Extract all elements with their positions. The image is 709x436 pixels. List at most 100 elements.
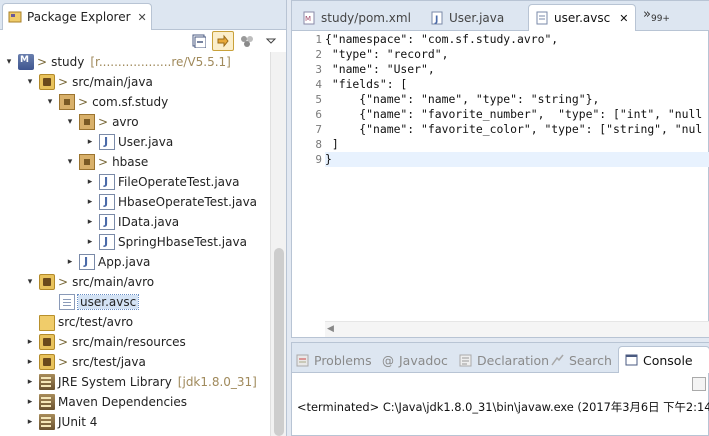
tree-item-src-main-avro[interactable]: ▾ > src/main/avro — [24, 272, 154, 292]
line-number: 6 — [315, 108, 322, 121]
package-explorer-icon — [8, 11, 22, 23]
package-explorer-tabbar: Package Explorer ✕ — [0, 0, 286, 30]
code-editor[interactable]: {"namespace": "com.sf.study.avro", "type… — [325, 31, 709, 321]
tree-item-hbaseoperatetest[interactable]: ▸ HbaseOperateTest.java — [84, 192, 257, 212]
console-tabbar: Problems @ Javadoc Declaration Search Co… — [292, 343, 709, 373]
xml-file-icon: M — [302, 11, 316, 25]
console-output: <terminated> C:\Java\jdk1.8.0_31\bin\jav… — [297, 400, 709, 414]
tree-item-avro[interactable]: ▾ > avro — [64, 112, 139, 132]
tree-item-fileoperatetest[interactable]: ▸ FileOperateTest.java — [84, 172, 240, 192]
tree-item-label: HbaseOperateTest.java — [118, 195, 258, 209]
java-file-icon — [99, 174, 115, 190]
vertical-scrollbar[interactable] — [270, 52, 286, 436]
tree-item-app-java[interactable]: ▸ App.java — [64, 252, 150, 272]
tree-item-label: avro — [112, 115, 139, 129]
tree-item-src-test-java[interactable]: ▸ > src/test/java — [24, 352, 146, 372]
package-icon — [79, 154, 95, 170]
tab-pom-xml[interactable]: M study/pom.xml — [296, 4, 411, 31]
package-explorer-title: Package Explorer — [27, 10, 131, 24]
tree-item-label: hbase — [112, 155, 149, 169]
package-explorer-tab[interactable]: Package Explorer ✕ — [2, 3, 152, 30]
code-line: "fields": [ — [325, 77, 408, 91]
collapsed-arrow-icon[interactable]: ▸ — [24, 337, 36, 347]
tree-item-study[interactable]: ▾ >study [r...................re/V5.5.1] — [3, 52, 231, 72]
more-tabs-button[interactable]: »99+ — [643, 7, 670, 24]
tab-label: Problems — [314, 352, 372, 368]
expanded-arrow-icon[interactable]: ▾ — [44, 97, 56, 107]
tab-declaration[interactable]: Declaration — [459, 349, 549, 371]
collapsed-arrow-icon[interactable]: ▸ — [84, 197, 96, 207]
tree-item-label: Maven Dependencies — [58, 395, 188, 409]
tab-label: study/pom.xml — [321, 10, 411, 25]
tree-item-jre[interactable]: ▸ JRE System Library [jdk1.8.0_31] — [24, 372, 257, 392]
tree-item-decoration-text: [r...................re/V5.5.1] — [90, 55, 231, 69]
tab-console[interactable]: Console — [618, 346, 709, 373]
tree-item-label: com.sf.study — [92, 95, 169, 109]
collapsed-arrow-icon[interactable]: ▸ — [24, 377, 36, 387]
tree-item-junit[interactable]: ▸ JUnit 4 — [24, 412, 97, 432]
javadoc-icon: @ — [382, 353, 394, 368]
tab-label: Console — [643, 352, 693, 368]
library-icon — [39, 414, 55, 430]
collapse-all-button[interactable] — [188, 31, 210, 51]
code-line: } — [325, 152, 709, 167]
tree-item-springhbasetest[interactable]: ▸ SpringHbaseTest.java — [84, 232, 247, 252]
expanded-arrow-icon[interactable]: ▾ — [3, 57, 15, 67]
editor-tabbar: M study/pom.xml J User.java user.avsc ✕ … — [292, 1, 709, 31]
tree-item-com-sf-study[interactable]: ▾ > com.sf.study — [44, 92, 168, 112]
tab-user-avsc[interactable]: user.avsc ✕ — [528, 4, 636, 31]
scrollbar-thumb[interactable] — [274, 248, 284, 436]
line-number: 7 — [315, 123, 322, 136]
expanded-arrow-icon[interactable]: ▾ — [64, 117, 76, 127]
tab-problems[interactable]: Problems — [296, 349, 372, 371]
file-icon — [535, 11, 549, 25]
source-folder-icon — [39, 354, 55, 370]
tab-search[interactable]: Search — [551, 349, 612, 371]
tree-item-user-java[interactable]: ▸ User.java — [84, 132, 173, 152]
tree-item-user-avsc[interactable]: user.avsc — [44, 292, 140, 312]
chevron-down-icon — [265, 38, 277, 44]
collapsed-arrow-icon[interactable]: ▸ — [24, 397, 36, 407]
maven-project-icon — [18, 54, 34, 70]
close-icon[interactable]: ✕ — [619, 12, 628, 25]
tree-item-label: FileOperateTest.java — [118, 175, 240, 189]
git-decoration: > — [98, 155, 109, 169]
file-icon — [59, 294, 75, 310]
package-icon — [59, 94, 75, 110]
collapsed-arrow-icon[interactable]: ▸ — [24, 357, 36, 367]
collapsed-arrow-icon[interactable]: ▸ — [24, 417, 36, 427]
console-icon — [625, 354, 638, 367]
tab-javadoc[interactable]: @ Javadoc — [382, 349, 448, 371]
expanded-arrow-icon[interactable]: ▾ — [64, 157, 76, 167]
collapsed-arrow-icon[interactable]: ▸ — [84, 137, 96, 147]
tree-item-label: study — [51, 55, 85, 69]
link-with-editor-button[interactable] — [212, 31, 234, 51]
tree-item-src-main-java[interactable]: ▾ > src/main/java — [24, 72, 153, 92]
tree-item-idata[interactable]: ▸ IData.java — [84, 212, 179, 232]
close-icon[interactable]: ✕ — [138, 11, 147, 24]
expanded-arrow-icon[interactable]: ▾ — [24, 277, 36, 287]
line-number: 5 — [315, 93, 322, 106]
tree-item-label: SpringHbaseTest.java — [118, 235, 247, 249]
tree-item-label: App.java — [98, 255, 151, 269]
horizontal-scrollbar[interactable]: ◀ — [325, 321, 709, 337]
git-decoration: > — [58, 275, 69, 289]
collapsed-arrow-icon[interactable]: ▸ — [84, 217, 96, 227]
scroll-left-icon[interactable]: ◀ — [327, 324, 334, 334]
focus-on-working-set-button[interactable] — [236, 31, 258, 51]
collapsed-arrow-icon[interactable]: ▸ — [64, 257, 76, 267]
tree-item-hbase[interactable]: ▾ > hbase — [64, 152, 148, 172]
tree-item-src-test-avro[interactable]: src/test/avro — [24, 312, 133, 332]
source-folder-icon — [39, 74, 55, 90]
problems-icon — [296, 354, 309, 367]
tree-item-maven-deps[interactable]: ▸ Maven Dependencies — [24, 392, 187, 412]
line-number: 9 — [315, 153, 322, 166]
console-toolbar-button[interactable] — [692, 377, 706, 391]
expanded-arrow-icon[interactable]: ▾ — [24, 77, 36, 87]
tree-item-src-main-resources[interactable]: ▸ > src/main/resources — [24, 332, 186, 352]
link-icon — [217, 34, 229, 48]
view-menu-button[interactable] — [260, 31, 282, 51]
collapsed-arrow-icon[interactable]: ▸ — [84, 237, 96, 247]
tab-user-java[interactable]: J User.java — [424, 4, 504, 31]
collapsed-arrow-icon[interactable]: ▸ — [84, 177, 96, 187]
